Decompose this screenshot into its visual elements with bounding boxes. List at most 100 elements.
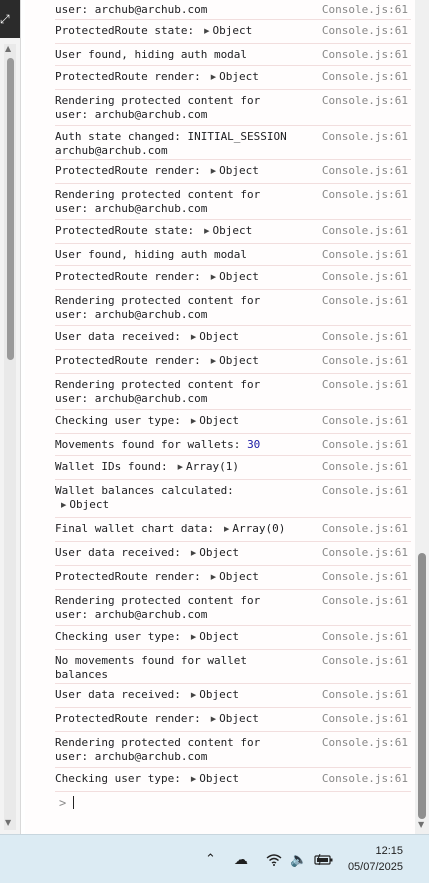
log-source-link[interactable]: Console.js:61 [322,688,408,702]
log-message: ProtectedRoute render: ▶ Object [55,164,293,178]
scroll-up-icon[interactable]: ▲ [5,44,11,53]
log-message: Checking user type: ▶ Object [55,630,293,644]
log-source-link[interactable]: Console.js:61 [322,294,408,308]
speaker-icon[interactable]: 🔈 [290,835,307,883]
expand-triangle-icon[interactable]: ▶ [191,688,196,702]
log-source-link[interactable]: Console.js:61 [322,654,408,668]
log-text: User found, hiding auth modal [55,48,248,61]
expand-triangle-icon[interactable]: ▶ [224,522,229,536]
expand-triangle-icon[interactable]: ▶ [211,570,216,584]
expand-triangle-icon[interactable]: ▶ [204,224,209,238]
log-source-link[interactable]: Console.js:61 [322,224,408,238]
log-object-preview[interactable]: Object [219,164,259,177]
expand-triangle-icon[interactable]: ▶ [178,460,183,474]
expand-triangle-icon[interactable]: ▶ [211,164,216,178]
expand-triangle-icon[interactable]: ▶ [191,330,196,344]
log-source-link[interactable]: Console.js:61 [322,270,408,284]
log-message: Rendering protected content for user: ar… [55,294,293,322]
log-source-link[interactable]: Console.js:61 [322,630,408,644]
log-text: User data received: [55,330,181,343]
expand-triangle-icon[interactable]: ▶ [191,630,196,644]
log-source-link[interactable]: Console.js:61 [322,522,408,536]
log-object-preview[interactable]: Object [199,330,239,343]
side-panel-scroll-thumb[interactable] [7,58,14,360]
battery-icon[interactable] [314,835,334,883]
log-text: User data received: [55,688,181,701]
log-source-link[interactable]: Console.js:61 [322,130,408,144]
log-object-preview[interactable]: Object [199,630,239,643]
log-source-link[interactable]: Console.js:61 [322,460,408,474]
log-source-link[interactable]: Console.js:61 [322,438,408,452]
log-message: Rendering protected content for user: ar… [55,594,293,622]
log-object-preview[interactable]: Array(1) [186,460,239,473]
log-source-link[interactable]: Console.js:61 [322,330,408,344]
log-source-link[interactable]: Console.js:61 [322,772,408,786]
panel-header: ⤢ [0,0,20,38]
log-object-preview[interactable]: Object [212,24,252,37]
log-message: ProtectedRoute state: ▶ Object [55,24,293,38]
console-log-row: Rendering protected content for user: ar… [55,90,411,126]
log-source-link[interactable]: Console.js:61 [322,414,408,428]
expand-triangle-icon[interactable]: ▶ [191,772,196,786]
expand-triangle-icon[interactable]: ▶ [211,354,216,368]
log-source-link[interactable]: Console.js:61 [322,70,408,84]
console-log-row: User data received: ▶ Object Console.js:61 [55,326,411,350]
scroll-down-icon[interactable]: ▼ [418,820,424,829]
console-log-row: ProtectedRoute state: ▶ Object Console.js:6… [55,220,411,244]
log-source-link[interactable]: Console.js:61 [322,94,408,108]
log-source-link[interactable]: Console.js:61 [322,712,408,726]
expand-icon[interactable]: ⤢ [0,10,14,28]
log-source-link[interactable]: Console.js:61 [322,354,408,368]
log-source-link[interactable]: Console.js:61 [322,736,408,750]
log-source-link[interactable]: Console.js:61 [322,48,408,62]
log-object-preview[interactable]: Object [219,570,259,583]
log-object-preview[interactable]: Object [219,354,259,367]
console-scroll-thumb[interactable] [418,553,426,819]
console-log-row: user: archub@archub.com Console.js:61 [55,0,411,20]
console-log-row: No movements found for wallet balances Co… [55,650,411,684]
expand-triangle-icon[interactable]: ▶ [61,498,66,512]
log-object-preview[interactable]: Object [219,70,259,83]
log-object-preview[interactable]: Object [199,688,239,701]
log-source-link[interactable]: Console.js:61 [322,164,408,178]
log-source-link[interactable]: Console.js:61 [322,570,408,584]
system-clock[interactable]: 12:15 05/07/2025 [348,843,403,875]
log-source-link[interactable]: Console.js:61 [322,594,408,608]
log-source-link[interactable]: Console.js:61 [322,248,408,262]
log-message: User data received: ▶ Object [55,546,293,560]
cloud-icon[interactable]: ☁ [234,835,248,883]
console-log-row: Auth state changed: INITIAL_SESSION arch… [55,126,411,160]
expand-triangle-icon[interactable]: ▶ [211,70,216,84]
log-object-preview[interactable]: Object [199,414,239,427]
console-scrollbar[interactable]: ▼ [415,0,429,834]
log-text: ProtectedRoute render: [55,270,201,283]
log-object-preview[interactable]: Object [199,546,239,559]
log-source-link[interactable]: Console.js:61 [322,188,408,202]
log-object-preview[interactable]: Object [219,270,259,283]
log-source-link[interactable]: Console.js:61 [322,3,408,17]
log-message: Rendering protected content for user: ar… [55,378,293,406]
log-object-preview[interactable]: Object [212,224,252,237]
log-source-link[interactable]: Console.js:61 [322,484,408,498]
log-object-preview[interactable]: Array(0) [232,522,285,535]
expand-triangle-icon[interactable]: ▶ [204,24,209,38]
expand-triangle-icon[interactable]: ▶ [211,712,216,726]
wifi-icon[interactable] [266,835,282,883]
log-text: ProtectedRoute state: [55,224,195,237]
log-object-preview[interactable]: Object [219,712,259,725]
log-source-link[interactable]: Console.js:61 [322,378,408,392]
log-text: Rendering protected content for user: ar… [55,594,267,621]
log-source-link[interactable]: Console.js:61 [322,546,408,560]
expand-triangle-icon[interactable]: ▶ [191,546,196,560]
chevron-up-icon[interactable]: ⌃ [205,835,216,883]
log-object-preview[interactable]: Object [69,498,109,511]
log-text: Auth state changed: INITIAL_SESSION arch… [55,130,294,157]
log-source-link[interactable]: Console.js:61 [322,24,408,38]
prompt-chevron-icon: > [59,796,67,810]
console-log-row: Checking user type: ▶ Object Console.js:61 [55,410,411,434]
expand-triangle-icon[interactable]: ▶ [191,414,196,428]
scroll-down-icon[interactable]: ▼ [5,818,11,827]
log-object-preview[interactable]: Object [199,772,239,785]
console-prompt[interactable]: > [59,796,409,814]
expand-triangle-icon[interactable]: ▶ [211,270,216,284]
